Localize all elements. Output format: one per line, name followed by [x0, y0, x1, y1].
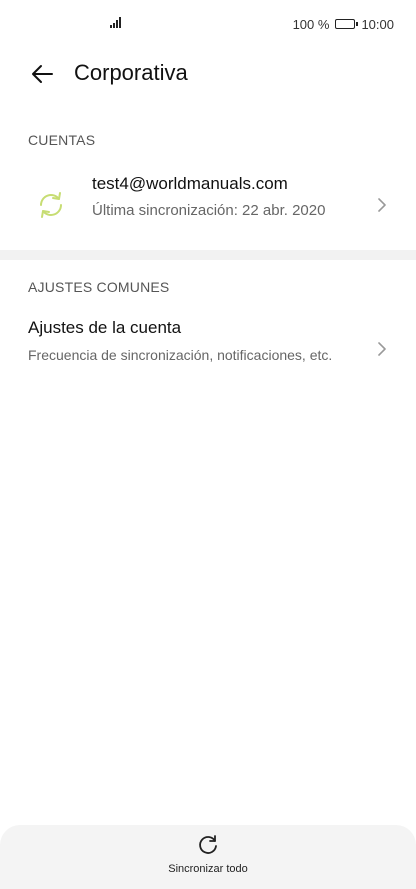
- section-divider: [0, 250, 416, 260]
- battery-icon: [335, 19, 359, 29]
- sync-all-button[interactable]: Sincronizar todo: [158, 833, 258, 883]
- signal-icon: [110, 16, 124, 28]
- account-settings-subtitle: Frecuencia de sincronización, notificaci…: [28, 347, 333, 363]
- account-settings-title: Ajustes de la cuenta: [28, 318, 182, 337]
- clock: 10:00: [361, 16, 394, 32]
- section-header-common: AJUSTES COMUNES: [28, 279, 170, 295]
- chevron-right-icon: [378, 198, 386, 212]
- last-sync-text: Última sincronización: 22 abr. 2020: [92, 202, 326, 219]
- battery-percent: 100 %: [292, 16, 330, 32]
- account-email: test4@worldmanuals.com: [92, 174, 288, 193]
- arrow-left-icon: [32, 65, 53, 83]
- refresh-icon: [199, 835, 217, 854]
- account-settings-item[interactable]: Ajustes de la cuenta Frecuencia de sincr…: [0, 312, 416, 392]
- section-header-accounts: CUENTAS: [28, 132, 96, 148]
- account-item[interactable]: test4@worldmanuals.com Última sincroniza…: [0, 160, 416, 250]
- sync-icon: [40, 192, 62, 218]
- back-button[interactable]: [26, 58, 58, 90]
- bottom-action-bar: Sincronizar todo: [0, 825, 416, 889]
- app-bar: Corporativa: [0, 52, 416, 96]
- chevron-right-icon: [378, 342, 386, 356]
- sync-all-label: Sincronizar todo: [168, 863, 248, 875]
- page-title: Corporativa: [74, 60, 188, 85]
- status-bar: 100 % 10:00: [0, 0, 416, 48]
- status-indicators: 100 % 10:00: [293, 16, 394, 32]
